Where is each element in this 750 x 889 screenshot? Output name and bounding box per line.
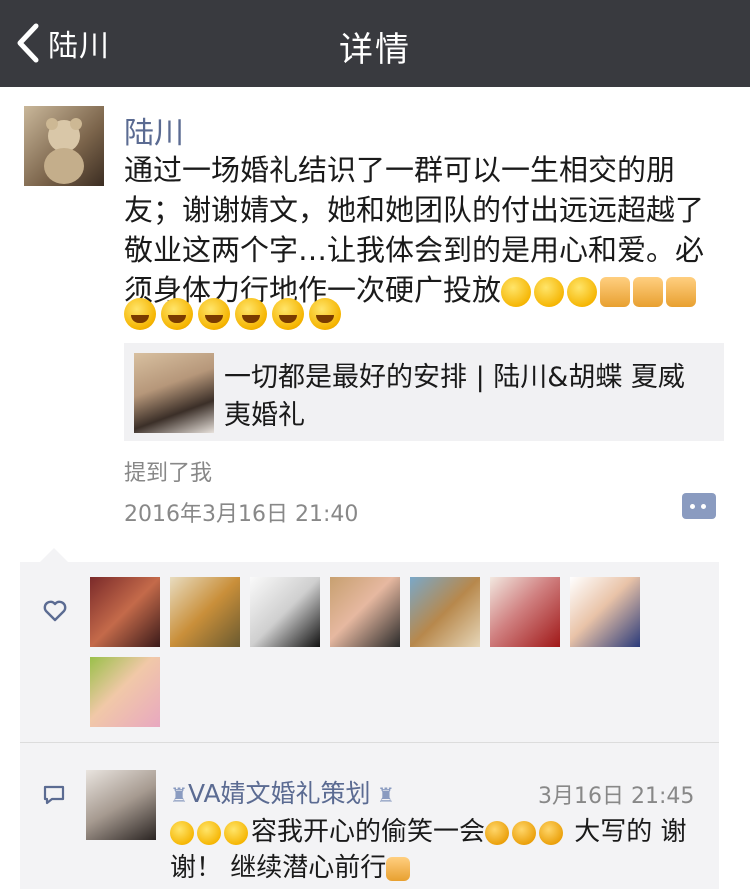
link-title: 一切都是最好的安排 | 陆川&胡蝶 夏威夷婚礼 (224, 362, 685, 431)
like-avatar[interactable] (90, 657, 160, 727)
thinking-emoji (485, 820, 510, 845)
angry-emoji (567, 277, 598, 307)
page-title: 详情 (339, 30, 411, 70)
smile-emoji (197, 820, 221, 845)
heart-outline-icon (43, 600, 67, 622)
author-avatar[interactable] (24, 106, 104, 186)
like-avatar[interactable] (330, 577, 400, 647)
like-avatar[interactable] (90, 577, 160, 647)
post-author-name[interactable]: 陆川 (124, 108, 184, 152)
angry-emoji (534, 277, 565, 307)
panel-pointer (40, 548, 68, 562)
sparkle-icon: ♜ (370, 783, 395, 807)
comment-text-part1: 容我开心的偷笑一会 (251, 817, 486, 847)
post-timestamp: 2016年3月16日 21:40 (124, 502, 359, 527)
grin-emoji (198, 298, 230, 330)
link-thumbnail (134, 353, 214, 433)
thinking-emoji (512, 820, 537, 845)
comment-timestamp: 3月16日 21:45 (538, 784, 695, 809)
commenter-avatar[interactable] (86, 770, 156, 840)
shared-link-card[interactable]: 一切都是最好的安排 | 陆川&胡蝶 夏威夷婚礼 (124, 343, 724, 441)
like-avatar[interactable] (250, 577, 320, 647)
like-avatar[interactable] (490, 577, 560, 647)
fist-emoji (666, 277, 697, 307)
fist-emoji (633, 277, 664, 307)
commenter-name-text: VA婧文婚礼策划 (187, 779, 371, 808)
smile-emoji (170, 820, 194, 845)
panel-divider (20, 742, 719, 743)
dot-icon (690, 504, 695, 509)
like-avatar[interactable] (170, 577, 240, 647)
grin-emoji (124, 298, 156, 330)
comment-action-button[interactable] (682, 493, 716, 519)
like-avatar[interactable] (410, 577, 480, 647)
bear-figure-icon (44, 118, 84, 184)
dot-icon (701, 504, 706, 509)
grin-emoji (161, 298, 193, 330)
cake-icon: ♜ (170, 783, 188, 807)
mention-label: 提到了我 (124, 461, 213, 486)
emoji-inline-group (501, 273, 699, 307)
fist-emoji (600, 277, 631, 307)
commenter-name[interactable]: ♜VA婧文婚礼策划 ♜ (170, 774, 395, 810)
comment-bubble-icon (43, 785, 65, 805)
comment-text: 容我开心的偷笑一会 大写的 谢谢！ 继续潜心前行 (170, 814, 700, 886)
thinking-emoji (539, 820, 564, 845)
smile-emoji (224, 820, 248, 845)
post-text: 通过一场婚礼结识了一群可以一生相交的朋友；谢谢婧文，她和她团队的付出远远超越了敬… (124, 150, 724, 310)
grin-emoji (272, 298, 304, 330)
grin-emoji (235, 298, 267, 330)
angry-emoji (501, 277, 532, 307)
nav-bar: 陆川 详情 (0, 0, 750, 87)
emoji-row (124, 298, 341, 330)
grin-emoji (309, 298, 341, 330)
like-avatar[interactable] (570, 577, 640, 647)
pray-emoji (386, 856, 411, 881)
